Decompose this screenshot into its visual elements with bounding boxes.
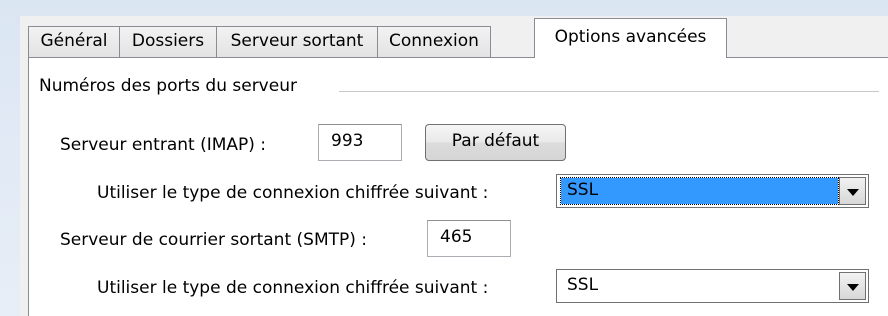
tab-folders[interactable]: Dossiers (120, 26, 217, 57)
tab-outgoing-server-label: Serveur sortant (230, 31, 364, 51)
tab-outgoing-server[interactable]: Serveur sortant (217, 26, 378, 57)
tab-general[interactable]: Général (28, 26, 120, 57)
tab-strip: Général Dossiers Serveur sortant Connexi… (28, 16, 888, 58)
incoming-encryption-select[interactable]: SSL (556, 174, 869, 208)
tab-connection[interactable]: Connexion (378, 26, 491, 57)
tab-connection-label: Connexion (389, 31, 479, 51)
chevron-down-icon[interactable] (839, 272, 866, 300)
incoming-encryption-label: Utiliser le type de connexion chiffrée s… (97, 183, 489, 203)
outgoing-port-input[interactable]: 465 (427, 220, 511, 257)
incoming-encryption-value: SSL (560, 177, 839, 205)
window-frame: Général Dossiers Serveur sortant Connexi… (0, 0, 888, 316)
incoming-server-label: Serveur entrant (IMAP) : (60, 135, 267, 155)
advanced-options-panel: Numéros des ports du serveur Serveur ent… (28, 57, 888, 316)
default-port-button[interactable]: Par défaut (425, 124, 566, 161)
outgoing-encryption-select[interactable]: SSL (556, 269, 869, 303)
account-settings-dialog: Général Dossiers Serveur sortant Connexi… (20, 16, 888, 316)
tab-folders-label: Dossiers (131, 31, 205, 51)
group-divider (339, 91, 879, 92)
incoming-port-input[interactable]: 993 (318, 124, 402, 161)
tab-advanced-options[interactable]: Options avancées (534, 18, 727, 58)
tab-general-label: Général (40, 31, 108, 51)
outgoing-encryption-label: Utiliser le type de connexion chiffrée s… (97, 278, 489, 298)
tab-advanced-options-label: Options avancées (554, 27, 707, 47)
chevron-down-icon[interactable] (839, 177, 866, 205)
outgoing-server-label: Serveur de courrier sortant (SMTP) : (60, 230, 368, 250)
server-ports-group-title: Numéros des ports du serveur (39, 76, 303, 96)
outgoing-encryption-value: SSL (567, 275, 599, 295)
